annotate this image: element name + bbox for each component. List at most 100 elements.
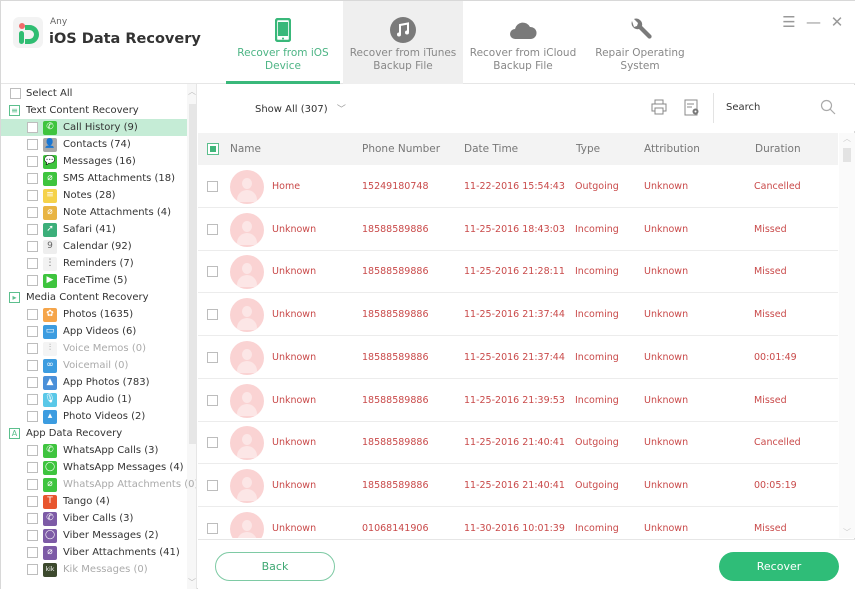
tab-repair-system[interactable]: Repair Operating System	[580, 1, 700, 84]
sidebar-item[interactable]: ▲ App Photos (783)	[1, 374, 187, 391]
sidebar-item[interactable]: ∞ Voicemail (0)	[1, 357, 187, 374]
scrollbar-thumb[interactable]	[843, 148, 851, 162]
sidebar-item[interactable]: ✆ Call History (9)	[1, 119, 187, 136]
sidebar-section-text-content-recovery[interactable]: ≡ Text Content Recovery	[1, 102, 187, 119]
sidebar-item[interactable]: 🎙 App Audio (1)	[1, 391, 187, 408]
table-row[interactable]: Unknown 01068141906 11-30-2016 10:01:39 Inc…	[198, 507, 838, 538]
sidebar-item[interactable]: ✿ Photos (1635)	[1, 306, 187, 323]
row-checkbox[interactable]	[207, 522, 218, 534]
item-checkbox[interactable]	[27, 564, 38, 575]
menu-icon[interactable]: ☰	[782, 13, 796, 31]
sidebar-item[interactable]: ⫶ Voice Memos (0)	[1, 340, 187, 357]
back-button[interactable]: Back	[215, 552, 335, 581]
item-checkbox[interactable]	[27, 479, 38, 490]
scroll-down-icon[interactable]: ﹀	[188, 577, 196, 588]
column-date-time[interactable]: Date Time	[464, 143, 518, 155]
sidebar-item[interactable]: ⌀ Viber Attachments (41)	[1, 544, 187, 561]
sidebar-item[interactable]: ⋮ Reminders (7)	[1, 255, 187, 272]
export-settings-icon[interactable]	[684, 99, 700, 116]
item-checkbox[interactable]	[27, 224, 38, 235]
sidebar-item[interactable]: ≡ Notes (28)	[1, 187, 187, 204]
sidebar-item[interactable]: ⌀ Note Attachments (4)	[1, 204, 187, 221]
sidebar-item[interactable]: ➚ Safari (41)	[1, 221, 187, 238]
sidebar-item[interactable]: ✆ WhatsApp Calls (3)	[1, 442, 187, 459]
sidebar-item[interactable]: 👤 Contacts (74)	[1, 136, 187, 153]
row-checkbox[interactable]	[207, 266, 218, 278]
close-icon[interactable]: ✕	[830, 13, 844, 31]
column-name[interactable]: Name	[230, 143, 261, 155]
item-checkbox[interactable]	[27, 360, 38, 371]
item-checkbox[interactable]	[27, 122, 38, 133]
item-checkbox[interactable]	[27, 496, 38, 507]
item-checkbox[interactable]	[27, 241, 38, 252]
search-icon[interactable]	[820, 99, 836, 119]
printer-icon[interactable]	[651, 99, 667, 115]
sidebar-item[interactable]: ✆ Viber Calls (3)	[1, 510, 187, 527]
item-checkbox[interactable]	[27, 309, 38, 320]
scroll-down-icon[interactable]: ﹀	[843, 527, 851, 538]
scroll-up-icon[interactable]: ︿	[843, 133, 851, 144]
table-row[interactable]: Unknown 18588589886 11-25-2016 18:43:03 Inc…	[198, 208, 838, 251]
row-checkbox[interactable]	[207, 394, 218, 406]
sidebar-item[interactable]: 9 Calendar (92)	[1, 238, 187, 255]
row-checkbox[interactable]	[207, 437, 218, 449]
sidebar-item[interactable]: 💬 Messages (16)	[1, 153, 187, 170]
sidebar-item[interactable]: ⌀ SMS Attachments (18)	[1, 170, 187, 187]
item-checkbox[interactable]	[27, 547, 38, 558]
item-checkbox[interactable]	[27, 343, 38, 354]
table-row[interactable]: Unknown 18588589886 11-25-2016 21:28:11 Inc…	[198, 250, 838, 294]
sidebar-item[interactable]: ▶ FaceTime (5)	[1, 272, 187, 289]
sidebar-item[interactable]: ▭ App Videos (6)	[1, 323, 187, 340]
minimize-icon[interactable]: —	[806, 13, 821, 31]
item-checkbox[interactable]	[27, 513, 38, 524]
column-type[interactable]: Type	[576, 143, 600, 155]
row-checkbox[interactable]	[207, 479, 218, 491]
row-checkbox[interactable]	[207, 181, 218, 192]
sidebar-item[interactable]: kik Kik Messages (0)	[1, 561, 187, 578]
select-all-rows-checkbox[interactable]	[207, 143, 219, 155]
sidebar-item[interactable]: ◯ Viber Messages (2)	[1, 527, 187, 544]
table-scrollbar[interactable]: ︿ ﹀	[839, 133, 855, 538]
table-row[interactable]: Home 15249180748 11-22-2016 15:54:43 Outgoi…	[198, 165, 838, 208]
sidebar-item[interactable]: T Tango (4)	[1, 493, 187, 510]
column-phone-number[interactable]: Phone Number	[362, 143, 440, 155]
item-checkbox[interactable]	[27, 530, 38, 541]
table-row[interactable]: Unknown 18588589886 11-25-2016 21:39:53 Inc…	[198, 379, 838, 422]
tab-recover-itunes[interactable]: Recover from iTunes Backup File	[343, 1, 463, 84]
row-checkbox[interactable]	[207, 223, 218, 235]
item-checkbox[interactable]	[27, 207, 38, 218]
sidebar-item[interactable]: ⌀ WhatsApp Attachments (0)	[1, 476, 196, 493]
column-attribution[interactable]: Attribution	[644, 143, 700, 155]
scrollbar-thumb[interactable]	[189, 104, 196, 444]
column-duration[interactable]: Duration	[755, 143, 801, 155]
item-checkbox[interactable]	[27, 139, 38, 150]
sidebar-section-media-content-recovery[interactable]: ▸ Media Content Recovery	[1, 289, 187, 306]
table-row[interactable]: Unknown 18588589886 11-25-2016 21:40:41 Out…	[198, 464, 838, 507]
item-checkbox[interactable]	[27, 156, 38, 167]
table-row[interactable]: Unknown 18588589886 11-25-2016 21:37:44 Inc…	[198, 336, 838, 379]
tab-recover-ios-device[interactable]: Recover from iOS Device	[223, 1, 343, 84]
item-checkbox[interactable]	[27, 445, 38, 456]
item-checkbox[interactable]	[27, 190, 38, 201]
item-checkbox[interactable]	[27, 377, 38, 388]
search-input[interactable]: Search	[726, 102, 760, 113]
scroll-up-icon[interactable]: ︿	[188, 86, 196, 97]
item-checkbox[interactable]	[27, 462, 38, 473]
select-all-checkbox[interactable]	[10, 88, 21, 99]
table-row[interactable]: Unknown 18588589886 11-25-2016 21:37:44 Inc…	[198, 293, 838, 337]
table-row[interactable]: Unknown 18588589886 11-25-2016 21:40:41 Out…	[198, 421, 838, 465]
filter-dropdown[interactable]: Show All (307) ﹀	[255, 102, 346, 115]
recover-button[interactable]: Recover	[719, 552, 839, 581]
item-checkbox[interactable]	[27, 258, 38, 269]
row-checkbox[interactable]	[207, 351, 218, 363]
sidebar-section-app-data-recovery[interactable]: A App Data Recovery	[1, 425, 187, 442]
item-checkbox[interactable]	[27, 394, 38, 405]
tab-recover-icloud[interactable]: Recover from iCloud Backup File	[463, 1, 583, 84]
item-checkbox[interactable]	[27, 411, 38, 422]
select-all-row[interactable]: Select All	[1, 85, 187, 102]
sidebar-scrollbar[interactable]: ︿ ﹀	[187, 84, 196, 589]
row-checkbox[interactable]	[207, 309, 218, 321]
item-checkbox[interactable]	[27, 275, 38, 286]
item-checkbox[interactable]	[27, 326, 38, 337]
sidebar-item[interactable]: ◯ WhatsApp Messages (4)	[1, 459, 187, 476]
